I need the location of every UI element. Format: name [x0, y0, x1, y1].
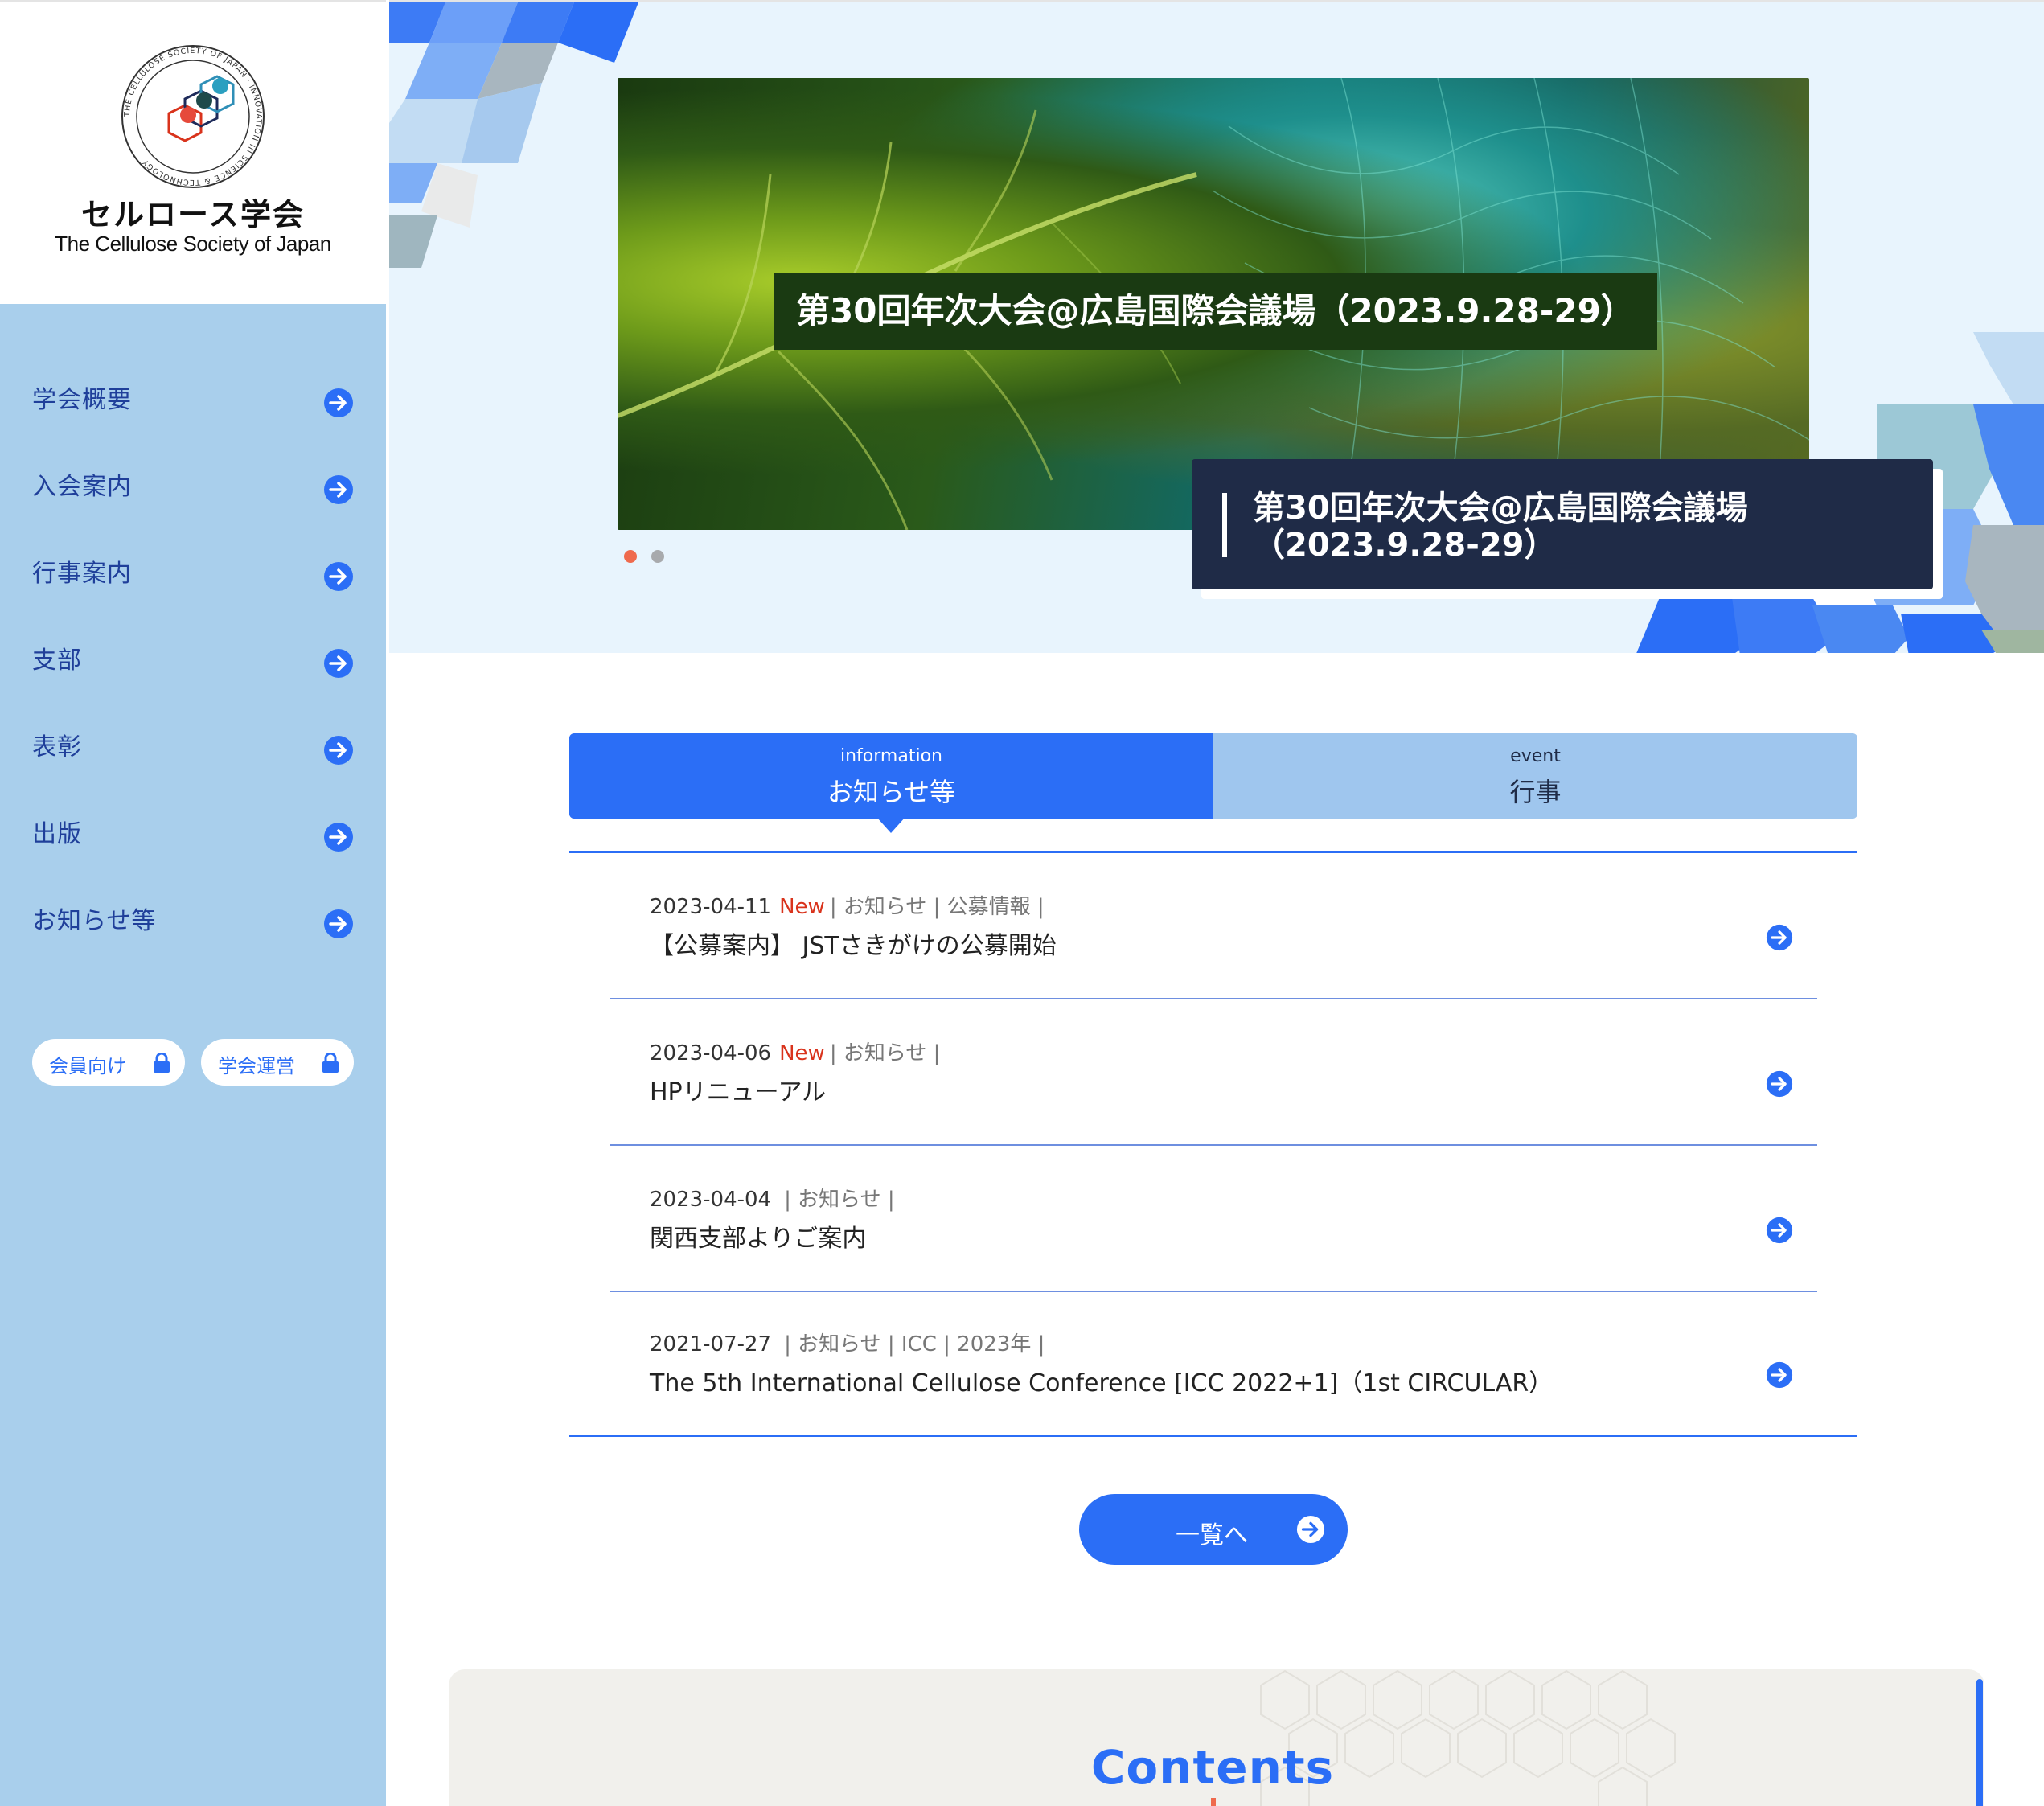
tab-event[interactable]: event 行事: [1213, 733, 1857, 819]
featured-event-card[interactable]: 第30回年次大会@広島国際会議場 （2023.9.28-29）: [1192, 459, 1933, 589]
news-categories: | お知らせ |: [829, 1041, 941, 1065]
news-title: 関西支部よりご案内: [650, 1225, 867, 1253]
sidebar-item-membership[interactable]: 入会案内: [0, 428, 386, 515]
news-date: 2023-04-11: [650, 895, 772, 919]
hero-slider: 第30回年次大会@広島国際会議場（2023.9.28-29） 第30回年次大会@…: [389, 0, 2044, 653]
news-item[interactable]: 2021-07-27 | お知らせ | ICC | 2023年 | The 5th…: [610, 1291, 1817, 1437]
sidebar-item-publications[interactable]: 出版: [0, 775, 386, 862]
arrow-right-circle-icon: [1766, 924, 1793, 951]
featured-event-title: 第30回年次大会@広島国際会議場 （2023.9.28-29）: [1253, 490, 1912, 564]
view-all-label: 一覧へ: [1176, 1521, 1248, 1549]
sidebar-item-label: 出版: [32, 820, 82, 848]
arrow-right-circle-icon: [324, 475, 353, 504]
news-meta: 2023-04-11 New | お知らせ | 公募情報 |: [650, 890, 1045, 920]
news-item[interactable]: 2023-04-06 New | お知らせ | HPリニューアル: [610, 999, 1817, 1146]
news-date: 2023-04-04: [650, 1188, 772, 1212]
heading-accent-mark: [1211, 1798, 1216, 1806]
members-only-button[interactable]: 会員向け: [32, 1039, 185, 1086]
arrow-right-circle-icon: [1766, 1217, 1793, 1244]
view-all-button[interactable]: 一覧へ: [1079, 1494, 1348, 1565]
sidebar-item-label: 入会案内: [32, 473, 132, 501]
news-title: 【公募案内】 JSTさきがけの公募開始: [650, 932, 1057, 960]
site-name-jp: セルロース学会: [80, 197, 306, 232]
tab-label-jp: 行事: [1509, 777, 1562, 807]
lock-icon: [322, 1053, 339, 1073]
news-date: 2021-07-27: [650, 1332, 772, 1357]
new-badge: New: [779, 895, 825, 919]
arrow-right-circle-icon: [1766, 1070, 1793, 1098]
sidebar-item-label: 表彰: [32, 733, 82, 761]
sidebar-item-about[interactable]: 学会概要: [0, 341, 386, 428]
sidebar-item-awards[interactable]: 表彰: [0, 688, 386, 775]
news-meta: 2023-04-06 New | お知らせ |: [650, 1036, 940, 1066]
card-accent-bar: [1222, 493, 1227, 557]
news-title: The 5th International Cellulose Conferen…: [650, 1369, 1554, 1398]
arrow-right-circle-icon: [324, 649, 353, 678]
news-tabs: information お知らせ等 event 行事: [569, 733, 1857, 819]
active-tab-pointer: [876, 817, 905, 833]
contents-section: Contents: [449, 1669, 1984, 1806]
arrow-right-circle-icon: [324, 388, 353, 417]
arrow-right-circle-icon: [324, 736, 353, 765]
news-meta: 2021-07-27 | お知らせ | ICC | 2023年 |: [650, 1328, 1045, 1357]
arrow-right-circle-icon: [324, 823, 353, 852]
featured-event-title-line1: 第30回年次大会@広島国際会議場: [1253, 490, 1748, 527]
sidebar: THE CELLULOSE SOCIETY OF JAPAN · INNOVAT…: [0, 0, 386, 1806]
news-item[interactable]: 2023-04-04 | お知らせ | 関西支部よりご案内: [610, 1146, 1817, 1292]
site-name-en: The Cellulose Society of Japan: [55, 232, 331, 256]
site-logo-link[interactable]: THE CELLULOSE SOCIETY OF JAPAN · INNOVAT…: [0, 0, 386, 304]
slider-dot[interactable]: [651, 550, 664, 563]
lock-icon: [154, 1053, 170, 1073]
news-categories: | お知らせ | ICC | 2023年 |: [784, 1332, 1045, 1357]
sidebar-item-label: お知らせ等: [32, 907, 157, 935]
sidebar-item-label: 学会概要: [32, 386, 132, 414]
society-management-button[interactable]: 学会運営: [201, 1039, 354, 1086]
arrow-right-circle-icon: [1766, 1361, 1793, 1389]
new-badge: New: [779, 1041, 825, 1065]
arrow-right-circle-icon: [324, 909, 353, 938]
news-item[interactable]: 2023-04-11 New | お知らせ | 公募情報 | 【公募案内】 JSTさ…: [610, 853, 1817, 999]
hexagon-decoration: [389, 2, 638, 268]
sidebar-item-branches[interactable]: 支部: [0, 601, 386, 688]
tab-label-en: information: [840, 746, 942, 766]
sidebar-item-news[interactable]: お知らせ等: [0, 862, 386, 949]
news-title: HPリニューアル: [650, 1078, 827, 1106]
slider-dot-active[interactable]: [624, 550, 637, 563]
news-meta: 2023-04-04 | お知らせ |: [650, 1183, 895, 1213]
members-only-label: 会員向け: [49, 1055, 126, 1077]
slide-caption: 第30回年次大会@広島国際会議場（2023.9.28-29）: [774, 273, 1657, 350]
tab-label-en: event: [1510, 746, 1561, 766]
featured-event-title-line2: （2023.9.28-29）: [1253, 527, 1557, 564]
arrow-right-circle-icon: [324, 562, 353, 591]
contents-heading: Contents: [1090, 1740, 1335, 1795]
news-categories: | お知らせ |: [784, 1188, 895, 1212]
arrow-right-circle-icon: [1296, 1515, 1325, 1544]
sidebar-item-label: 支部: [32, 646, 82, 675]
news-list-bottom-border: [569, 1435, 1857, 1437]
news-date: 2023-04-06: [650, 1041, 772, 1065]
tab-label-jp: お知らせ等: [827, 777, 956, 807]
tab-information[interactable]: information お知らせ等: [569, 733, 1213, 819]
sidebar-item-events[interactable]: 行事案内: [0, 515, 386, 601]
contents-accent-edge: [1976, 1679, 1983, 1806]
society-management-label: 学会運営: [218, 1055, 295, 1077]
news-categories: | お知らせ | 公募情報 |: [829, 895, 1045, 919]
society-logo: THE CELLULOSE SOCIETY OF JAPAN · INNOVAT…: [121, 45, 265, 188]
sidebar-item-label: 行事案内: [32, 560, 132, 588]
